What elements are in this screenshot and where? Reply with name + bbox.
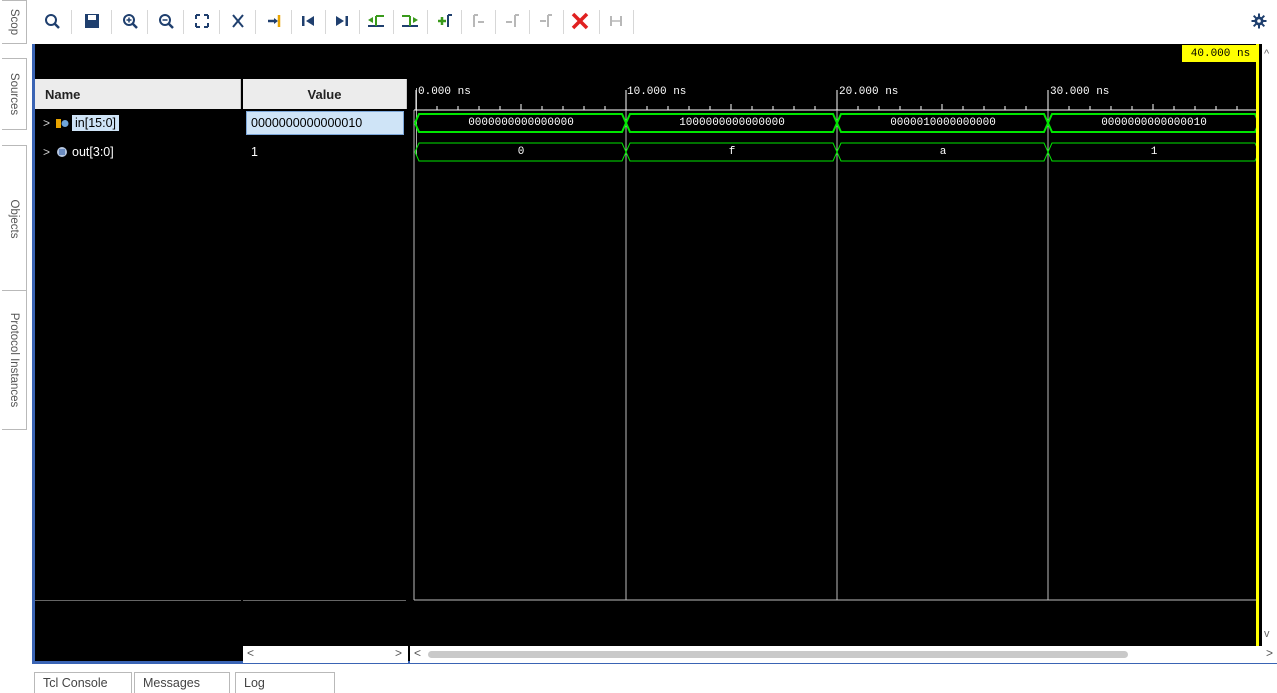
bus-value-label: 0 bbox=[517, 146, 525, 158]
wave-vscroll[interactable]: ^ v bbox=[1262, 44, 1277, 646]
value-pane-hscroll[interactable]: < > bbox=[243, 646, 408, 663]
signal-name: in[15:0] bbox=[72, 115, 120, 131]
signal-row-out[interactable]: > out[3:0] bbox=[43, 141, 114, 163]
swap-cursors-icon[interactable] bbox=[535, 8, 557, 34]
time-cursor[interactable] bbox=[1256, 44, 1259, 646]
goto-start-icon[interactable] bbox=[297, 8, 319, 34]
side-tab-objects-label: Objects bbox=[8, 199, 20, 238]
side-tab-protocol-instances-label: Protocol Instances bbox=[8, 312, 20, 408]
signal-value-out[interactable]: 1 bbox=[251, 141, 258, 163]
value-column-header[interactable]: Value bbox=[243, 79, 407, 109]
save-icon[interactable] bbox=[81, 8, 103, 34]
bus-value-label: f bbox=[728, 146, 736, 158]
side-tab-objects[interactable]: Objects bbox=[2, 145, 27, 292]
scroll-left-icon[interactable]: < bbox=[414, 646, 421, 660]
snap-icon[interactable] bbox=[605, 8, 627, 34]
zoom-in-icon[interactable] bbox=[119, 8, 141, 34]
next-marker-icon[interactable] bbox=[501, 8, 523, 34]
bus-value-label: 0000000000000000 bbox=[468, 117, 574, 129]
settings-icon[interactable] bbox=[1248, 8, 1270, 34]
search-icon[interactable] bbox=[41, 8, 63, 34]
signal-row-in[interactable]: > in[15:0] bbox=[43, 112, 120, 134]
expand-chevron-icon[interactable]: > bbox=[43, 145, 50, 159]
scroll-down-icon[interactable]: v bbox=[1264, 628, 1270, 640]
cursor-time-label: 40.000 ns bbox=[1182, 45, 1259, 62]
waveform-canvas[interactable] bbox=[410, 44, 1259, 646]
bus-value-label: 1000000000000000 bbox=[679, 117, 785, 129]
side-tab-sources-label: Sources bbox=[8, 72, 20, 116]
waveform-toolbar bbox=[33, 0, 1277, 44]
add-marker-icon[interactable] bbox=[433, 8, 455, 34]
value-pane: Value 0000000000000010 1 bbox=[243, 44, 407, 646]
side-tab-protocol-instances[interactable]: Protocol Instances bbox=[2, 290, 27, 430]
bus-value-label: 1 bbox=[1150, 146, 1158, 158]
tab-log[interactable]: Log bbox=[235, 672, 335, 693]
signal-name: out[3:0] bbox=[72, 145, 114, 159]
tab-tcl-console[interactable]: Tcl Console bbox=[34, 672, 132, 693]
zoom-out-icon[interactable] bbox=[155, 8, 177, 34]
goto-end-icon[interactable] bbox=[331, 8, 353, 34]
zoom-fit-icon[interactable] bbox=[191, 8, 213, 34]
side-tab-scope[interactable]: Scop bbox=[2, 0, 27, 44]
next-transition-icon[interactable] bbox=[399, 8, 421, 34]
goto-cursor-icon[interactable] bbox=[263, 8, 285, 34]
delete-icon[interactable] bbox=[569, 8, 591, 34]
side-tab-scope-label: Scop bbox=[8, 8, 20, 36]
scroll-left-icon[interactable]: < bbox=[247, 646, 254, 660]
side-tab-sources[interactable]: Sources bbox=[2, 58, 27, 130]
scroll-thumb[interactable] bbox=[428, 651, 1128, 658]
bus-value-label: 0000000000000010 bbox=[1101, 117, 1207, 129]
prev-transition-icon[interactable] bbox=[365, 8, 387, 34]
bus-value-label: a bbox=[939, 146, 947, 158]
cut-icon[interactable] bbox=[227, 8, 249, 34]
signal-value-in[interactable]: 0000000000000010 bbox=[246, 111, 404, 135]
output-bus-icon bbox=[56, 146, 68, 158]
bus-value-label: 0000010000000000 bbox=[890, 117, 996, 129]
scroll-right-icon[interactable]: > bbox=[395, 646, 402, 660]
name-column-header[interactable]: Name bbox=[35, 79, 241, 109]
waveform-area[interactable]: 0.000 ns 10.000 ns 20.000 ns 30.000 ns 0… bbox=[410, 44, 1259, 646]
input-bus-icon bbox=[56, 117, 69, 130]
prev-marker-icon[interactable] bbox=[467, 8, 489, 34]
wave-hscroll[interactable]: < > bbox=[410, 646, 1277, 663]
name-pane: Name > in[15:0] > out[3:0] bbox=[35, 44, 241, 646]
scroll-up-icon[interactable]: ^ bbox=[1264, 48, 1269, 60]
tab-messages[interactable]: Messages bbox=[134, 672, 230, 693]
expand-chevron-icon[interactable]: > bbox=[43, 116, 50, 130]
scroll-right-icon[interactable]: > bbox=[1266, 646, 1273, 660]
